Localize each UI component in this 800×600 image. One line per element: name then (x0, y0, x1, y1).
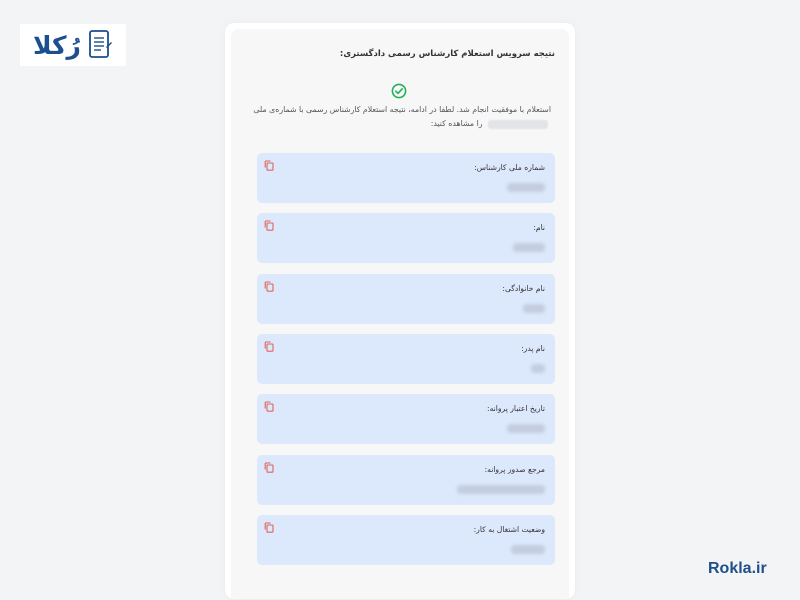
field-value-blurred: *** (531, 363, 545, 373)
brand-logo[interactable]: رُکلا (20, 24, 126, 66)
copy-icon[interactable] (264, 461, 274, 473)
masked-national-id (488, 119, 548, 129)
field-label: نام: (533, 223, 545, 233)
success-message: استعلام با موفقیت انجام شد. لطفا در ادام… (251, 103, 551, 131)
copy-icon[interactable] (264, 220, 274, 232)
result-field: مرجع صدور پروانه: ****************** (257, 454, 555, 505)
message-text-end: را مشاهده کنید: (430, 119, 483, 128)
result-panel: نتیجه سرویس استعلام کارشناس رسمی دادگستر… (231, 29, 569, 599)
result-title: نتیجه سرویس استعلام کارشناس رسمی دادگستر… (339, 49, 555, 59)
field-label: شماره ملی کارشناس: (474, 163, 545, 172)
field-label: مرجع صدور پروانه: (484, 464, 545, 474)
field-label: نام خانوادگی: (502, 283, 545, 293)
copy-icon[interactable] (264, 281, 274, 292)
result-field: شماره ملی کارشناس: ۰۰۰۰۰۰۰۰۰۰ (257, 153, 555, 203)
message-text: استعلام با موفقیت انجام شد. لطفا در ادام… (253, 105, 551, 114)
result-field: تاریخ اعتبار پروانه: ۱۴۰۰/۰۰/۰۰ (257, 394, 555, 445)
field-value-blurred: ***** (513, 243, 545, 253)
copy-icon[interactable] (264, 522, 274, 533)
field-label: تاریخ اعتبار پروانه: (487, 404, 545, 414)
result-card: نتیجه سرویس استعلام کارشناس رسمی دادگستر… (224, 22, 576, 600)
result-field: نام خانوادگی: **** (257, 273, 555, 324)
field-label: نام پدر: (521, 343, 545, 353)
check-circle-icon (391, 83, 407, 99)
result-field: وضعیت اشتغال به کار: ********* (257, 514, 555, 565)
copy-icon[interactable] (264, 341, 274, 352)
result-field: نام پدر: *** (257, 333, 555, 384)
field-value-blurred: **** (523, 303, 545, 313)
logo-text: رُکلا (33, 30, 81, 60)
field-label: وضعیت اشتغال به کار: (473, 524, 545, 534)
copy-icon[interactable] (264, 160, 274, 171)
field-value-blurred: ۰۰۰۰۰۰۰۰۰۰ (507, 183, 545, 192)
site-name: Rokla.ir (708, 560, 767, 577)
document-icon (89, 30, 112, 58)
result-field: نام: ***** (257, 213, 555, 264)
field-value-blurred: ********* (511, 544, 545, 554)
field-value-blurred: ****************** (457, 484, 545, 494)
copy-icon[interactable] (264, 401, 274, 412)
field-value-blurred: ۱۴۰۰/۰۰/۰۰ (507, 424, 545, 434)
